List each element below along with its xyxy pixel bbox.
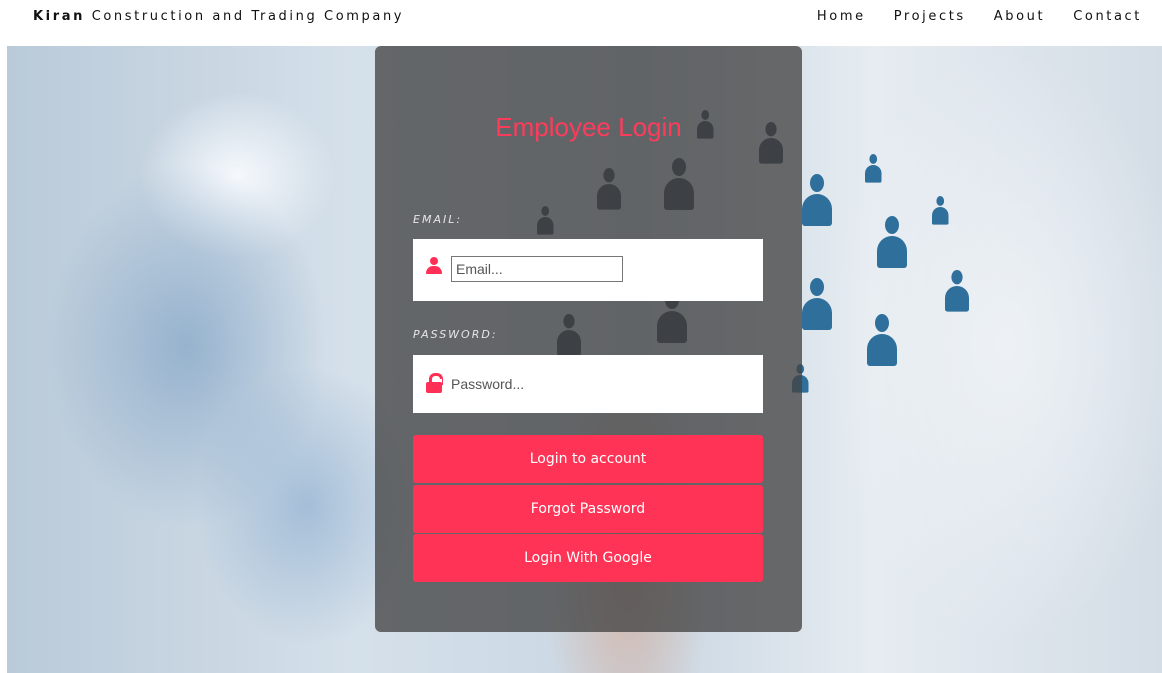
person-silhouette-icon <box>865 154 882 183</box>
person-silhouette-icon <box>867 314 897 366</box>
person-silhouette-icon <box>802 278 832 330</box>
forgot-password-button[interactable]: Forgot Password <box>413 485 763 533</box>
person-silhouette-icon <box>877 216 907 268</box>
email-input[interactable] <box>451 256 623 282</box>
nav-link-contact[interactable]: Contact <box>1073 9 1142 24</box>
login-with-google-button[interactable]: Login With Google <box>413 534 763 582</box>
login-title: Employee Login <box>495 112 682 142</box>
person-silhouette-icon <box>802 174 832 226</box>
password-field-row <box>413 355 763 413</box>
navbar: Kiran Construction and Trading Company H… <box>0 0 1162 46</box>
person-silhouette-icon <box>932 196 949 225</box>
login-card: Employee Login EMAIL: PASSWORD: Login to… <box>375 46 802 632</box>
login-button[interactable]: Login to account <box>413 435 763 483</box>
user-icon <box>426 257 442 277</box>
email-field-row <box>413 239 763 301</box>
nav-link-home[interactable]: Home <box>817 9 866 24</box>
brand[interactable]: Kiran Construction and Trading Company <box>33 9 404 24</box>
nav-link-about[interactable]: About <box>994 9 1045 24</box>
brand-name-rest: Construction and Trading Company <box>91 9 405 24</box>
password-input[interactable] <box>449 371 739 397</box>
unlock-icon <box>426 373 443 393</box>
nav-link-projects[interactable]: Projects <box>894 9 966 24</box>
brand-name-bold: Kiran <box>33 9 85 24</box>
password-label: PASSWORD: <box>413 328 498 341</box>
nav-links: Home Projects About Contact <box>817 9 1142 24</box>
person-silhouette-icon <box>945 270 969 312</box>
email-label: EMAIL: <box>413 213 463 226</box>
